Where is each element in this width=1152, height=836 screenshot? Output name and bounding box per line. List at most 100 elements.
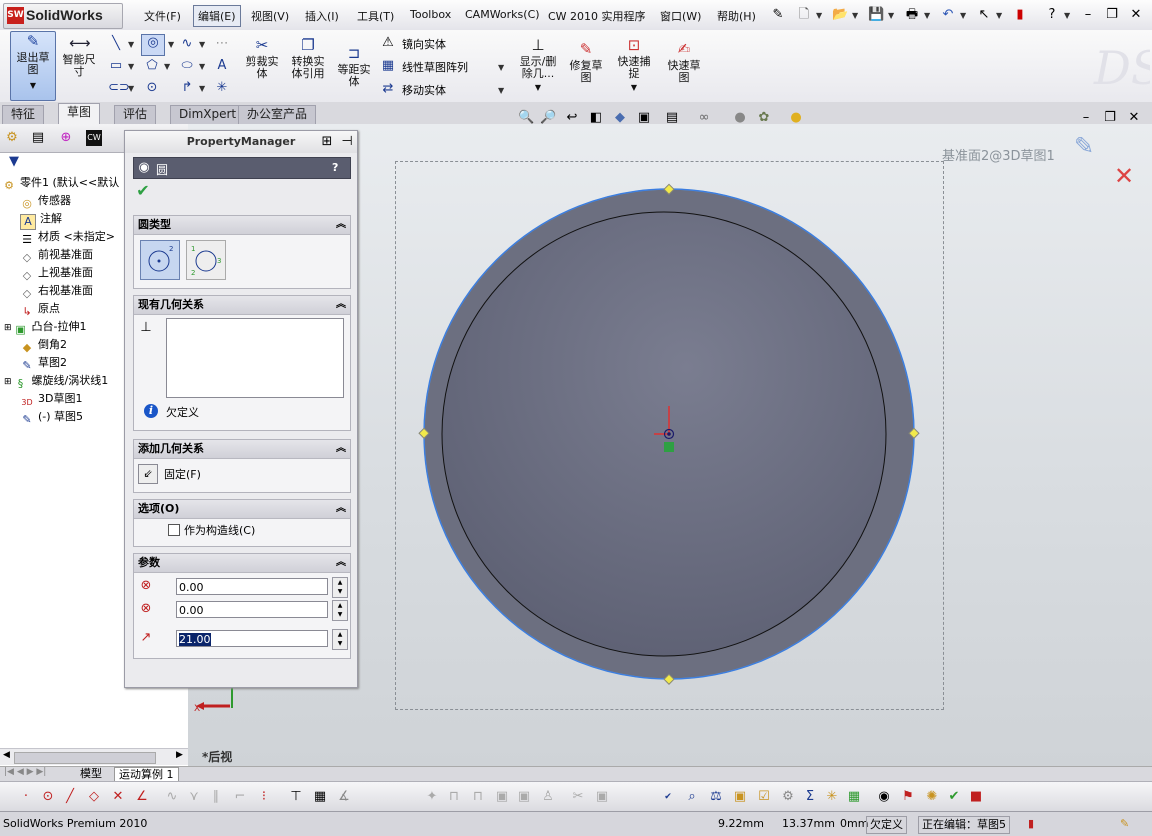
chevron-down-icon[interactable]: ▼ xyxy=(128,40,134,49)
chevron-down-icon[interactable]: ▼ xyxy=(199,62,205,71)
approve-icon[interactable]: ✔ xyxy=(946,789,962,805)
section-title[interactable]: 圆类型 ︽ xyxy=(134,216,350,235)
chevron-down-icon[interactable]: ▼ xyxy=(498,63,504,72)
trim-entities-button[interactable]: ✂ 剪裁实 体 xyxy=(242,36,282,80)
tree-item-front-plane[interactable]: ◇ 前视基准面 xyxy=(20,246,93,264)
tree-item-part[interactable]: ⚙ 零件1 (默认<<默认 xyxy=(2,174,119,192)
radius-input[interactable]: 21.00 xyxy=(176,630,328,647)
centerline-icon[interactable]: ✳ xyxy=(214,80,230,96)
text-tool-icon[interactable]: A xyxy=(214,58,230,74)
repair-sketch-button[interactable]: ✎ 修复草 图 xyxy=(566,40,606,84)
stop-icon[interactable]: ■ xyxy=(968,789,984,805)
center-circle-button[interactable]: 2 xyxy=(140,240,180,280)
rectangle-icon[interactable]: ▭ xyxy=(108,58,124,74)
point-tool-icon[interactable]: · xyxy=(18,789,34,805)
tree-item-sketch5[interactable]: ✎ (-) 草图5 xyxy=(20,408,83,426)
display-delete-relations-button[interactable]: ⊥ 显示/删 除几... ▼ xyxy=(516,36,560,94)
fillet-icon[interactable]: ↱ xyxy=(179,80,195,96)
menu-help[interactable]: 帮助(H) xyxy=(717,8,756,24)
camworks-tab-icon[interactable]: CW xyxy=(86,130,102,146)
perpendicular-tool-icon[interactable]: ⌐ xyxy=(232,789,248,805)
filter-icon[interactable]: ▼ xyxy=(6,154,22,170)
open-folder-icon[interactable]: 📂 xyxy=(832,7,848,23)
new-document-icon[interactable]: 🗋 xyxy=(796,7,812,23)
tab-nav-arrows-icon[interactable]: |◀ ◀ ▶ ▶| xyxy=(4,767,46,777)
grid-snap-icon[interactable]: ⁝ xyxy=(256,789,272,805)
statistics-icon[interactable]: ▦ xyxy=(846,789,862,805)
cross-tool-icon[interactable]: ✕ xyxy=(110,789,126,805)
scroll-right-icon[interactable]: ▶ xyxy=(176,750,183,760)
tree-item-sensors[interactable]: ◎ 传感器 xyxy=(20,192,71,210)
menu-tools[interactable]: 工具(T) xyxy=(357,8,394,24)
linear-pattern-button[interactable]: 线性草图阵列 xyxy=(402,59,468,75)
chevron-down-icon[interactable]: ▼ xyxy=(852,11,858,20)
import-diagnostics-icon[interactable]: ⚙ xyxy=(780,789,796,805)
chevron-down-icon[interactable]: ▼ xyxy=(888,11,894,20)
grid-icon[interactable]: ▦ xyxy=(312,789,328,805)
check-icon[interactable]: ☑ xyxy=(756,789,772,805)
help-icon[interactable]: ? xyxy=(1044,7,1060,23)
fix-relation-button[interactable]: 固定(F) xyxy=(164,466,201,482)
section-title[interactable]: 选项(O) ︽ xyxy=(134,500,350,519)
diamond-tool-icon[interactable]: ◇ xyxy=(86,789,102,805)
grid-icon[interactable]: ⋯ xyxy=(214,36,230,52)
chevron-down-icon[interactable]: ▼ xyxy=(816,11,822,20)
tangent-tool-icon[interactable]: ⋎ xyxy=(186,789,202,805)
menu-window[interactable]: 窗口(W) xyxy=(660,8,701,24)
tab-sketch[interactable]: 草图 xyxy=(58,103,101,125)
sum-icon[interactable]: Σ xyxy=(802,789,818,805)
print-icon[interactable]: 🖶 xyxy=(904,7,920,23)
select-arrow-icon[interactable]: ↖ xyxy=(976,7,992,23)
chevron-down-icon[interactable]: ▼ xyxy=(199,84,205,93)
existing-relations-list[interactable] xyxy=(166,318,344,398)
tab-evaluate[interactable]: 评估 xyxy=(114,105,157,124)
menu-edit[interactable]: 编辑(E) xyxy=(193,5,241,27)
feature-manager-tab-icon[interactable]: ⚙ xyxy=(4,130,20,146)
pin-icon[interactable]: ✎ xyxy=(770,7,786,23)
minimize-icon[interactable]: – xyxy=(1080,7,1096,23)
pm-pin-icon[interactable]: ⊣ xyxy=(339,134,355,150)
menu-cw-utilities[interactable]: CW 2010 实用程序 xyxy=(548,8,646,24)
undo-icon[interactable]: ↶ xyxy=(940,7,956,23)
radius-spinner[interactable]: ▲ ▼ xyxy=(332,629,348,650)
spline-icon[interactable]: ∿ xyxy=(179,36,195,52)
smart-dimension-button[interactable]: ⟷ 智能尺 寸 xyxy=(58,34,100,78)
scrollbar-thumb[interactable] xyxy=(14,752,156,764)
close-icon[interactable]: ✕ xyxy=(1128,7,1144,23)
circle-tool-icon[interactable]: ⊙ xyxy=(40,789,56,805)
tree-item-chamfer[interactable]: ◆ 倒角2 xyxy=(20,336,67,354)
property-manager-tab-icon[interactable]: ▤ xyxy=(30,130,46,146)
configuration-tab-icon[interactable]: ⊕ xyxy=(58,130,74,146)
tree-item-sketch2[interactable]: ✎ 草图2 xyxy=(20,354,67,372)
tab-model[interactable]: 模型 xyxy=(76,767,106,781)
center-x-input[interactable]: 0.00 xyxy=(176,578,328,595)
chevron-down-icon[interactable]: ▼ xyxy=(168,40,174,49)
mass-properties-icon[interactable]: ⚖ xyxy=(708,789,724,805)
menu-file[interactable]: 文件(F) xyxy=(144,8,181,24)
spell-check-icon[interactable]: ✔ xyxy=(660,789,676,805)
chevron-down-icon[interactable]: ▼ xyxy=(164,62,170,71)
tree-item-right-plane[interactable]: ◇ 右视基准面 xyxy=(20,282,93,300)
chevron-down-icon[interactable]: ▼ xyxy=(1064,11,1070,20)
tree-item-origin[interactable]: ↳ 原点 xyxy=(20,300,60,318)
chevron-down-icon[interactable]: ▼ xyxy=(996,11,1002,20)
menu-toolbox[interactable]: Toolbox xyxy=(410,8,451,21)
ok-checkmark-icon[interactable]: ✔ xyxy=(135,183,151,199)
section-title[interactable]: 参数 ︽ xyxy=(134,554,350,573)
tree-item-material[interactable]: ☰ 材质 <未指定> xyxy=(20,228,115,246)
tab-dimxpert[interactable]: DimXpert xyxy=(170,105,246,124)
offset-entities-button[interactable]: ⊐ 等距实 体 xyxy=(334,44,374,88)
rapid-sketch-button[interactable]: ✍ 快速草 图 xyxy=(664,40,704,84)
horizontal-dimension-icon[interactable]: ⊤ xyxy=(288,789,304,805)
fix-relation-icon[interactable]: ⇙ xyxy=(138,464,158,484)
exit-sketch-button[interactable]: ✎ 退出草 图 ▼ xyxy=(10,31,56,101)
tag-icon[interactable]: ✎ xyxy=(1120,816,1129,832)
construction-checkbox[interactable] xyxy=(168,524,180,536)
line-icon[interactable]: ╲ xyxy=(108,36,124,52)
move-entities-button[interactable]: 移动实体 xyxy=(402,82,446,98)
angle-tool-icon[interactable]: ∠ xyxy=(134,789,150,805)
tree-item-extrude[interactable]: ⊞ ▣ 凸台-拉伸1 xyxy=(4,318,87,336)
point-icon[interactable]: ⊙ xyxy=(144,80,160,96)
angle-icon[interactable]: ∡ xyxy=(336,789,352,805)
circle-tool-icon[interactable]: ◎ xyxy=(141,34,165,56)
